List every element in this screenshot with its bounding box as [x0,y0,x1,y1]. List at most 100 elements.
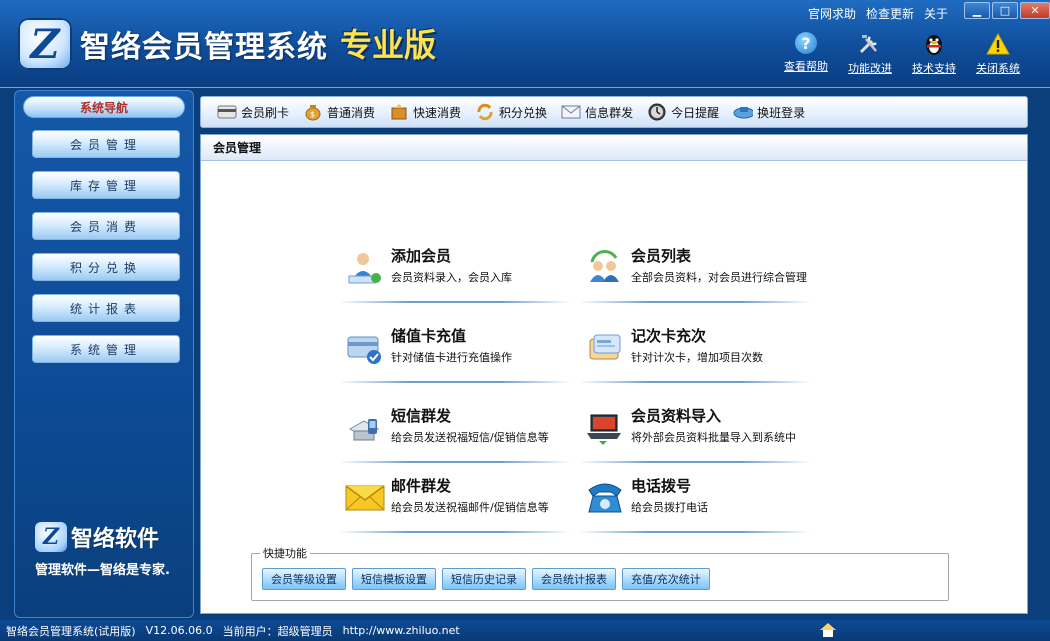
main-toolbar: 会员刷卡 $ 普通消费 快速消费 积分兑换 信息群发 今日提醒 换班登录 [200,96,1028,128]
add-member-function[interactable]: 添加会员 会员资料录入，会员入库 [339,241,571,303]
member-list-function[interactable]: 会员列表 全部会员资料，对会员进行综合管理 [579,241,811,303]
brand-logo: Z 智络软件 管理软件—智络是专家. [35,521,195,578]
warning-icon [985,32,1011,56]
feature-improve-button[interactable]: 功能改进 [838,32,902,76]
home-icon[interactable] [820,623,836,637]
brand-name: 智络软件 [71,527,160,552]
sidebar-item-system[interactable]: 系统管理 [32,335,180,363]
stored-card-icon [345,329,385,367]
sidebar-header: 系统导航 [23,96,185,118]
telephone-icon [585,479,625,517]
add-member-desc: 会员资料录入，会员入库 [391,271,512,284]
member-stats-report-button[interactable]: 会员统计报表 [532,568,616,590]
about-link[interactable]: 关于 [924,5,948,22]
qq-penguin-icon [921,32,947,56]
toolbar-points-exchange-label: 积分兑换 [499,105,548,120]
toolbar-shift-login[interactable]: 换班登录 [733,103,805,121]
sms-history-button[interactable]: 短信历史记录 [442,568,526,590]
maximize-button[interactable]: □ [992,2,1018,19]
status-version: V12.06.06.0 [145,624,213,637]
toolbar-mass-message-label: 信息群发 [585,105,634,120]
clock-icon [647,103,667,121]
app-title: 智络会员管理系统 [80,30,328,65]
fast-consume-icon [389,103,409,121]
sidebar-item-member-management[interactable]: 会员管理 [32,130,180,158]
sms-icon [345,409,385,447]
sms-template-settings-button[interactable]: 短信模板设置 [352,568,436,590]
status-bar: 智络会员管理系统(试用版) V12.06.06.0 当前用户：超级管理员 htt… [0,620,1050,641]
brand-slogan: 管理软件—智络是专家. [35,563,170,578]
add-member-icon [345,249,385,287]
envelope-icon [345,479,385,517]
toolbar-normal-consume-label: 普通消费 [327,105,376,120]
toolbar-points-exchange[interactable]: 积分兑换 [475,103,547,121]
sms-broadcast-title: 短信群发 [391,407,452,425]
window-controls: ▁ □ ✕ [964,2,1050,19]
top-links: 官网求助 检查更新 关于 [808,5,948,22]
official-help-link[interactable]: 官网求助 [808,5,856,22]
title-bar: Z 智络会员管理系统 专业版 官网求助 检查更新 关于 ▁ □ ✕ ? 查看帮助… [0,0,1050,88]
count-card-desc: 针对计次卡，增加项目次数 [631,351,763,364]
toolbar-shift-login-label: 换班登录 [757,105,806,120]
member-level-settings-button[interactable]: 会员等级设置 [262,568,346,590]
help-button[interactable]: ? 查看帮助 [774,32,838,76]
phone-dial-title: 电话拨号 [631,477,692,495]
member-list-desc: 全部会员资料，对会员进行综合管理 [631,271,807,284]
member-import-desc: 将外部会员资料批量导入到系统中 [631,431,796,444]
email-broadcast-function[interactable]: 邮件群发 给会员发送祝福邮件/促销信息等 [339,471,571,533]
sms-broadcast-desc: 给会员发送祝福短信/促销信息等 [391,431,549,444]
status-app-name: 智络会员管理系统(试用版) [6,624,136,638]
import-icon [585,409,625,447]
member-import-title: 会员资料导入 [631,407,722,425]
minimize-button[interactable]: ▁ [964,2,990,19]
app-logo-icon: Z [18,18,72,70]
brand-mark-icon: Z [35,522,67,552]
shift-login-icon [733,103,754,121]
email-broadcast-title: 邮件群发 [391,477,452,495]
sidebar-item-member-consumption[interactable]: 会员消费 [32,212,180,240]
help-button-label: 查看帮助 [784,60,828,73]
exit-system-label: 关闭系统 [976,62,1020,75]
member-list-title: 会员列表 [631,247,692,265]
header-tool-buttons: ? 查看帮助 功能改进 技术支持 关闭系统 [774,32,1030,76]
stored-card-recharge-function[interactable]: 储值卡充值 针对储值卡进行充值操作 [339,321,571,383]
sidebar: 系统导航 会员管理 库存管理 会员消费 积分兑换 统计报表 系统管理 Z 智络软… [14,90,194,618]
main-panel: 会员管理 添加会员 会员资料录入，会员入库 会员列表 全部会员资料，对会员进行综… [200,134,1028,614]
exchange-icon [475,103,495,121]
money-bag-icon: $ [303,103,323,121]
add-member-title: 添加会员 [391,247,452,265]
stored-card-desc: 针对储值卡进行充值操作 [391,351,512,364]
exit-system-button[interactable]: 关闭系统 [966,32,1030,76]
toolbar-card-swipe[interactable]: 会员刷卡 [217,103,289,121]
recharge-stats-button[interactable]: 充值/充次统计 [622,568,710,590]
help-icon: ? [795,32,817,54]
tech-support-button[interactable]: 技术支持 [902,32,966,76]
sidebar-item-reports[interactable]: 统计报表 [32,294,180,322]
sidebar-item-points-exchange[interactable]: 积分兑换 [32,253,180,281]
status-website[interactable]: http://www.zhiluo.net [343,624,460,637]
quick-functions-label: 快捷功能 [260,545,310,561]
toolbar-today-reminder[interactable]: 今日提醒 [647,103,719,121]
count-card-title: 记次卡充次 [631,327,707,345]
sidebar-item-inventory[interactable]: 库存管理 [32,171,180,199]
toolbar-mass-message[interactable]: 信息群发 [561,103,633,121]
toolbar-card-swipe-label: 会员刷卡 [241,105,290,120]
app-edition: 专业版 [340,26,437,64]
card-swipe-icon [217,103,237,121]
stored-card-title: 储值卡充值 [391,327,467,345]
toolbar-today-reminder-label: 今日提醒 [671,105,720,120]
toolbar-normal-consume[interactable]: $ 普通消费 [303,103,375,121]
count-card-recharge-function[interactable]: 记次卡充次 针对计次卡，增加项目次数 [579,321,811,383]
toolbar-fast-consume[interactable]: 快速消费 [389,103,461,121]
svg-text:$: $ [310,110,315,119]
sms-broadcast-function[interactable]: 短信群发 给会员发送祝福短信/促销信息等 [339,401,571,463]
count-card-icon [585,329,625,367]
check-update-link[interactable]: 检查更新 [866,5,914,22]
member-import-function[interactable]: 会员资料导入 将外部会员资料批量导入到系统中 [579,401,811,463]
phone-dial-function[interactable]: 电话拨号 给会员拨打电话 [579,471,811,533]
status-current-user: 当前用户：超级管理员 [222,624,333,638]
toolbar-fast-consume-label: 快速消费 [413,105,462,120]
panel-title: 会员管理 [201,135,1027,161]
close-window-button[interactable]: ✕ [1020,2,1050,19]
mail-icon [561,103,581,121]
